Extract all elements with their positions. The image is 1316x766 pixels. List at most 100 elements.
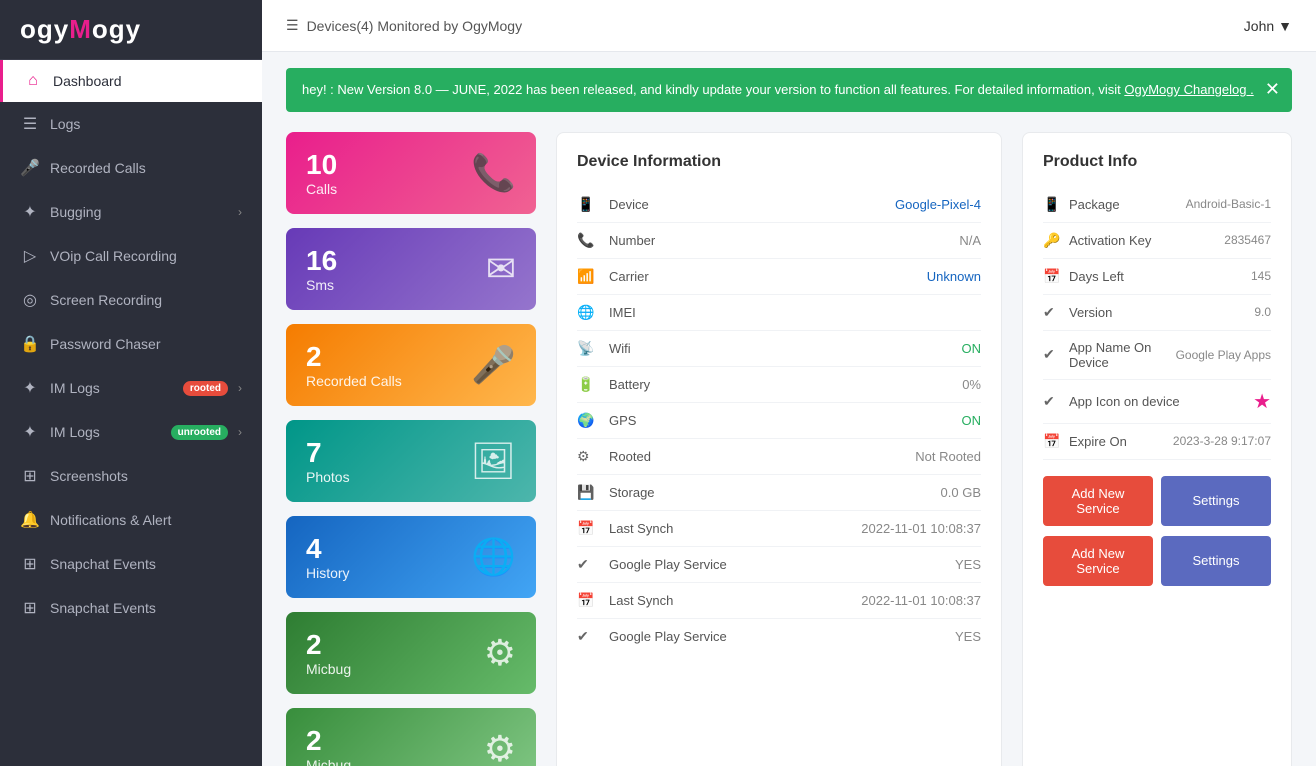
sidebar-item-dashboard[interactable]: ⌂ Dashboard <box>0 60 262 102</box>
stat-card-micbug-1[interactable]: 2 Micbug ⚙ <box>286 612 536 694</box>
mic-icon: 🎤 <box>20 158 40 178</box>
gps-value: ON <box>962 413 982 428</box>
info-row-google-play-1: ✔ Google Play Service YES <box>577 547 981 583</box>
sidebar-item-notifications[interactable]: 🔔 Notifications & Alert <box>0 498 262 542</box>
micbug1-number: 2 <box>306 629 351 661</box>
app-name-value: Google Play Apps <box>1176 348 1271 362</box>
stat-card-sms[interactable]: 16 Sms ✉ <box>286 228 536 310</box>
calendar-icon-1: 📅 <box>577 520 599 537</box>
devices-info: ☰ Devices(4) Monitored by OgyMogy <box>286 17 522 34</box>
sidebar-label-voip: VOip Call Recording <box>50 248 242 264</box>
key-icon: 🔑 <box>1043 232 1061 249</box>
stat-card-photos[interactable]: 7 Photos 🖼 <box>286 420 536 502</box>
stat-card-history[interactable]: 4 History 🌐 <box>286 516 536 598</box>
stat-card-recorded-calls[interactable]: 2 Recorded Calls 🎤 <box>286 324 536 406</box>
version-icon: ✔ <box>1043 304 1061 321</box>
info-row-device: 📱 Device Google-Pixel-4 <box>577 187 981 223</box>
google-play-label-2: Google Play Service <box>609 629 955 644</box>
expire-value: 2023-3-28 9:17:07 <box>1173 434 1271 448</box>
screenshots-icon: ⊞ <box>20 466 40 486</box>
email-icon: ✉ <box>486 248 516 290</box>
package-label: Package <box>1069 197 1178 212</box>
add-new-service-button-1[interactable]: Add New Service <box>1043 476 1153 526</box>
stat-card-micbug1-left: 2 Micbug <box>306 629 351 677</box>
action-row-2: Add New Service Settings <box>1043 536 1271 586</box>
info-row-number: 📞 Number N/A <box>577 223 981 259</box>
sidebar-item-screenshots[interactable]: ⊞ Screenshots <box>0 454 262 498</box>
stat-card-history-left: 4 History <box>306 533 350 581</box>
sidebar-label-logs: Logs <box>50 116 242 132</box>
sidebar-nav: ⌂ Dashboard ☰ Logs 🎤 Recorded Calls ✦ Bu… <box>0 60 262 766</box>
micbug2-label: Micbug <box>306 757 351 766</box>
days-icon: 📅 <box>1043 268 1061 285</box>
last-synch-value-2: 2022-11-01 10:08:37 <box>861 593 981 608</box>
sidebar-item-im-logs-unrooted[interactable]: ✦ IM Logs unrooted › <box>0 410 262 454</box>
expire-icon: 📅 <box>1043 433 1061 450</box>
sidebar-label-im-rooted: IM Logs <box>50 380 173 396</box>
info-row-rooted: ⚙ Rooted Not Rooted <box>577 439 981 475</box>
sidebar-label-snapchat-2: Snapchat Events <box>50 600 242 616</box>
check-icon-1: ✔ <box>577 556 599 573</box>
check-icon-2: ✔ <box>577 628 599 645</box>
device-info-title: Device Information <box>577 153 981 171</box>
wifi-icon: 📡 <box>577 340 599 357</box>
expire-label: Expire On <box>1069 434 1165 449</box>
rooted-label: Rooted <box>609 449 915 464</box>
sidebar-item-snapchat-1[interactable]: ⊞ Snapchat Events <box>0 542 262 586</box>
sidebar-label-notifications: Notifications & Alert <box>50 512 242 528</box>
close-icon[interactable]: ✕ <box>1265 76 1280 103</box>
add-new-service-button-2[interactable]: Add New Service <box>1043 536 1153 586</box>
storage-label: Storage <box>609 485 941 500</box>
unrooted-badge: unrooted <box>171 425 228 440</box>
lock-icon: 🔒 <box>20 334 40 354</box>
rooted-icon: ⚙ <box>577 448 599 465</box>
gps-icon: 🌍 <box>577 412 599 429</box>
carrier-icon: 📶 <box>577 268 599 285</box>
logo-suffix: ogy <box>92 14 141 44</box>
stat-card-calls[interactable]: 10 Calls 📞 <box>286 132 536 214</box>
sidebar-item-logs[interactable]: ☰ Logs <box>0 102 262 146</box>
number-label: Number <box>609 233 959 248</box>
user-menu[interactable]: John ▼ <box>1244 18 1292 34</box>
info-row-gps: 🌍 GPS ON <box>577 403 981 439</box>
battery-value: 0% <box>962 377 981 392</box>
carrier-value: Unknown <box>927 269 981 284</box>
product-row-days: 📅 Days Left 145 <box>1043 259 1271 295</box>
stat-card-calls-left: 10 Calls <box>306 149 337 197</box>
last-synch-label-2: Last Synch <box>609 593 861 608</box>
carrier-label: Carrier <box>609 269 927 284</box>
settings-button-2[interactable]: Settings <box>1161 536 1271 586</box>
photos-number: 7 <box>306 437 350 469</box>
storage-icon: 💾 <box>577 484 599 501</box>
sidebar-item-im-logs-rooted[interactable]: ✦ IM Logs rooted › <box>0 366 262 410</box>
stat-card-micbug-2[interactable]: 2 Micbug ⚙ <box>286 708 536 766</box>
wifi-label: Wifi <box>609 341 962 356</box>
logs-icon: ☰ <box>20 114 40 134</box>
sidebar-item-snapchat-2[interactable]: ⊞ Snapchat Events <box>0 586 262 630</box>
rooted-badge: rooted <box>183 381 228 396</box>
sidebar-label-bugging: Bugging <box>50 204 228 220</box>
photos-label: Photos <box>306 469 350 485</box>
info-row-carrier: 📶 Carrier Unknown <box>577 259 981 295</box>
sidebar-item-recorded-calls[interactable]: 🎤 Recorded Calls <box>0 146 262 190</box>
sidebar-item-bugging[interactable]: ✦ Bugging › <box>0 190 262 234</box>
product-info-panel: Product Info 📱 Package Android-Basic-1 🔑… <box>1022 132 1292 766</box>
imei-icon: 🌐 <box>577 304 599 321</box>
header: ☰ Devices(4) Monitored by OgyMogy John ▼ <box>262 0 1316 52</box>
sidebar-label-recorded-calls: Recorded Calls <box>50 160 242 176</box>
sidebar-item-screen-recording[interactable]: ◎ Screen Recording <box>0 278 262 322</box>
product-row-version: ✔ Version 9.0 <box>1043 295 1271 331</box>
product-row-app-name: ✔ App Name On Device Google Play Apps <box>1043 331 1271 380</box>
notification-link[interactable]: OgyMogy Changelog . <box>1124 82 1253 97</box>
calendar-icon-2: 📅 <box>577 592 599 609</box>
calls-label: Calls <box>306 181 337 197</box>
google-play-value-2: YES <box>955 629 981 644</box>
info-row-last-synch-1: 📅 Last Synch 2022-11-01 10:08:37 <box>577 511 981 547</box>
logo: ogyMogy <box>20 14 141 44</box>
snapchat-icon-2: ⊞ <box>20 598 40 618</box>
sidebar-item-voip[interactable]: ▷ VOip Call Recording <box>0 234 262 278</box>
wifi-value: ON <box>962 341 982 356</box>
settings-button-1[interactable]: Settings <box>1161 476 1271 526</box>
action-row-1: Add New Service Settings <box>1043 476 1271 526</box>
sidebar-item-password-chaser[interactable]: 🔒 Password Chaser <box>0 322 262 366</box>
